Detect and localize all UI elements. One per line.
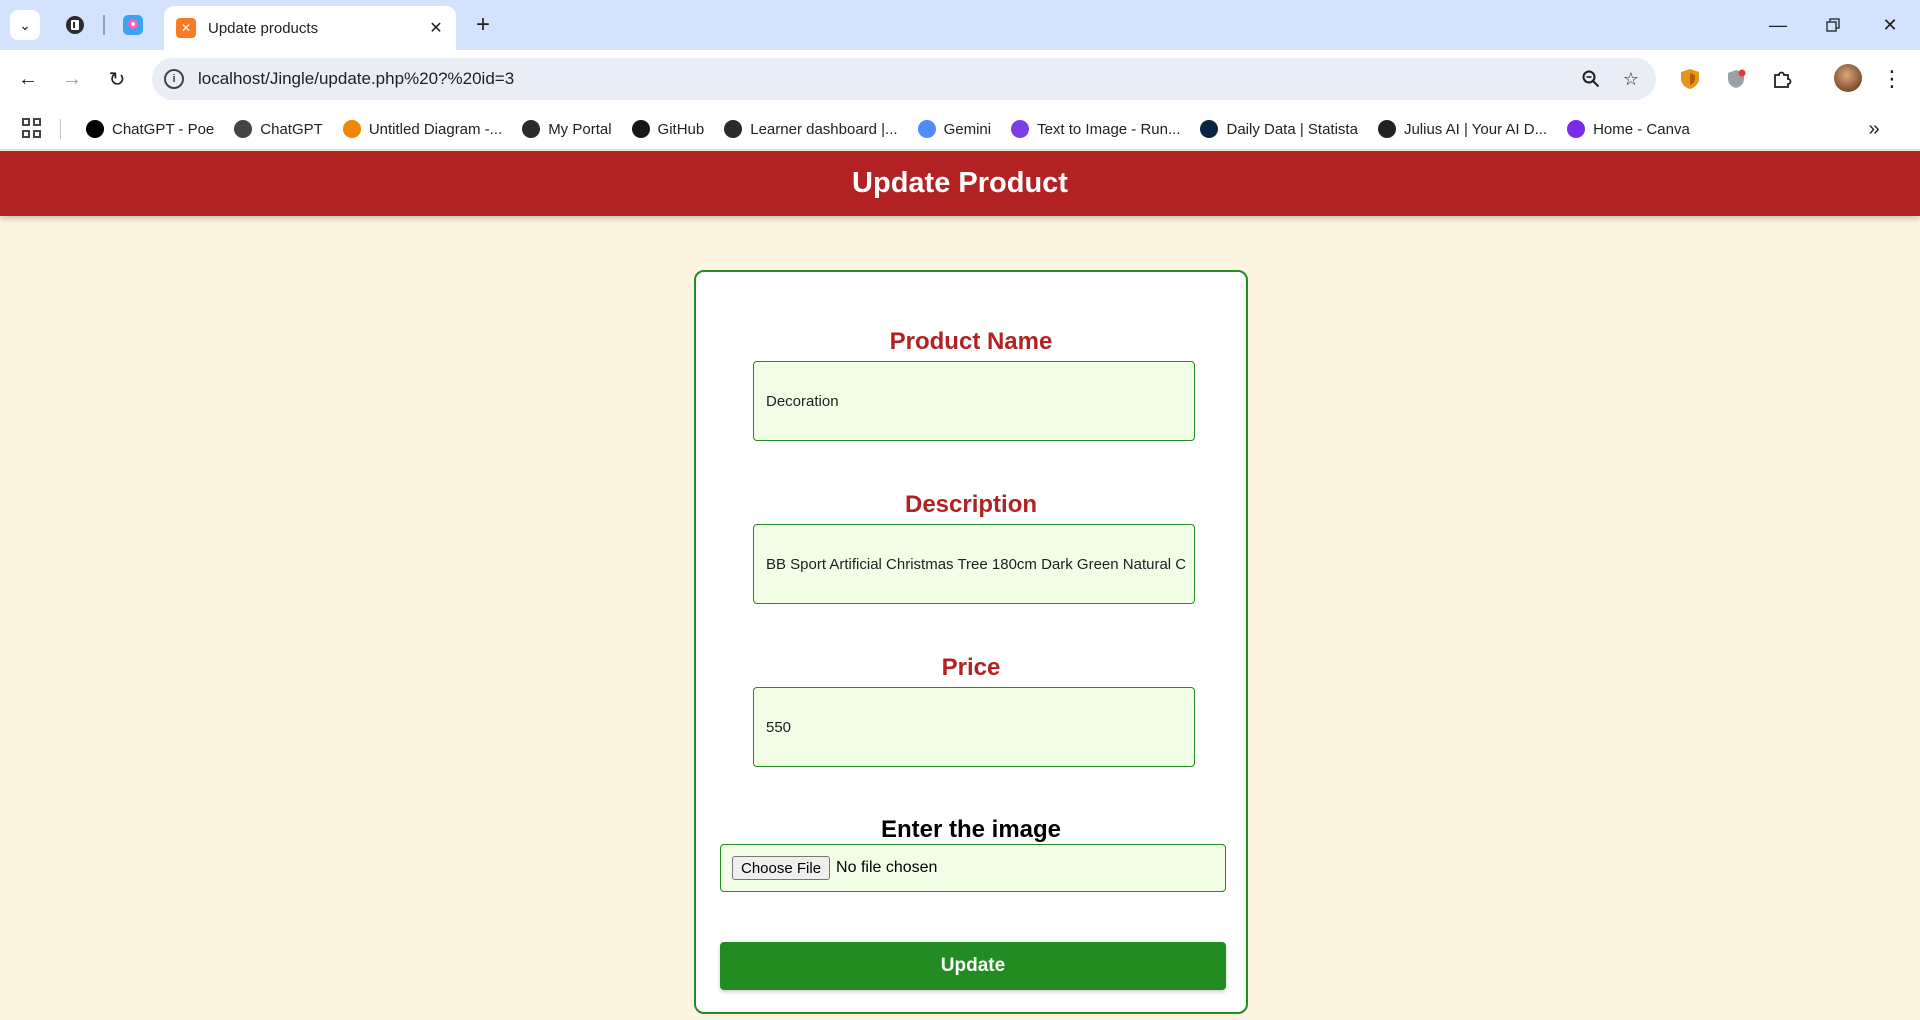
tab-title: Update products	[208, 19, 319, 37]
update-product-form: Product Name Decoration Description BB S…	[694, 270, 1248, 1014]
bookmark-item[interactable]: Learner dashboard |...	[716, 113, 905, 145]
bookmark-label: Learner dashboard |...	[750, 120, 898, 138]
canva-icon	[1567, 120, 1586, 138]
address-bar[interactable]: i localhost/Jingle/update.php%20?%20id=3…	[152, 58, 1656, 100]
apps-grid-icon[interactable]	[22, 118, 42, 138]
bookmark-label: Daily Data | Statista	[1226, 120, 1358, 138]
runway-icon	[1011, 120, 1030, 138]
more-bookmarks-chevron-icon[interactable]: »	[1862, 118, 1886, 140]
description-label: Description	[904, 491, 1038, 518]
update-button[interactable]: Update	[720, 942, 1226, 990]
tab-close-icon[interactable]: ✕	[426, 18, 446, 38]
image-label: Enter the image	[880, 816, 1062, 843]
bookmark-item[interactable]: Home - Canva	[1559, 113, 1698, 145]
bookmark-item[interactable]: Untitled Diagram -...	[335, 113, 510, 145]
reload-icon[interactable]: ↻	[101, 63, 133, 95]
price-label: Price	[941, 654, 1001, 681]
bookmark-label: GitHub	[657, 120, 705, 138]
minimize-icon[interactable]: —	[1763, 10, 1793, 40]
bookmark-item[interactable]: Gemini	[910, 113, 1000, 145]
profile-avatar[interactable]	[1834, 64, 1862, 92]
back-arrow-icon[interactable]: ←	[12, 63, 44, 95]
close-window-icon[interactable]: ✕	[1875, 10, 1905, 40]
statista-icon	[1200, 120, 1219, 138]
page-header: Update Product	[0, 151, 1920, 216]
bookmark-star-icon[interactable]: ☆	[1616, 64, 1646, 94]
julius-icon	[1377, 120, 1396, 138]
restore-icon[interactable]	[1818, 10, 1848, 40]
zoom-icon[interactable]	[1576, 64, 1606, 94]
openai-icon	[234, 120, 253, 138]
site-info-icon[interactable]: i	[164, 69, 184, 89]
github-icon	[631, 120, 650, 138]
extensions-puzzle-icon[interactable]	[1768, 65, 1796, 93]
bookmark-item[interactable]: Daily Data | Statista	[1192, 113, 1365, 145]
bookmark-item[interactable]: My Portal	[514, 113, 619, 145]
choose-file-button[interactable]: Choose File	[732, 856, 831, 880]
bookmark-label: Gemini	[943, 120, 992, 138]
bookmark-item[interactable]: Text to Image - Run...	[1003, 113, 1188, 145]
product-name-label: Product Name	[889, 328, 1053, 355]
bookmark-label: Home - Canva	[1593, 120, 1690, 138]
bookmark-item[interactable]: ChatGPT - Poe	[78, 113, 222, 145]
page-title: Update Product	[852, 167, 1068, 199]
description-input[interactable]: BB Sport Artificial Christmas Tree 180cm…	[753, 524, 1195, 604]
tab-search-chevron-icon[interactable]: ⌄	[10, 10, 40, 40]
pinned-tab-notion-icon[interactable]	[62, 12, 88, 38]
tab-strip: ⌄ ✕ Update products ✕ + — ✕	[0, 0, 1920, 50]
poe-icon	[86, 120, 104, 138]
alx-icon	[522, 120, 541, 138]
bookmark-label: Untitled Diagram -...	[368, 120, 503, 138]
bookmark-item[interactable]: Julius AI | Your AI D...	[1370, 113, 1555, 145]
browser-toolbar: ← → ↻ i localhost/Jingle/update.php%20?%…	[0, 50, 1920, 108]
url-text[interactable]: localhost/Jingle/update.php%20?%20id=3	[198, 69, 1576, 89]
extension-shield-icon[interactable]	[1676, 65, 1704, 93]
bookmarks-list: ChatGPT - Poe ChatGPT Untitled Diagram -..…	[78, 108, 1702, 150]
gemini-icon	[917, 120, 936, 138]
price-input[interactable]: 550	[753, 687, 1195, 767]
pinned-tab-app-icon[interactable]	[120, 12, 146, 38]
bookmarks-bar: ChatGPT - Poe ChatGPT Untitled Diagram -..…	[0, 108, 1920, 150]
tab-update-products[interactable]: ✕ Update products ✕	[164, 6, 456, 50]
forward-arrow-icon[interactable]: →	[56, 63, 88, 95]
bookmark-label: Text to Image - Run...	[1037, 120, 1181, 138]
bookmark-label: Julius AI | Your AI D...	[1403, 120, 1548, 138]
bookmark-label: ChatGPT	[260, 120, 323, 138]
product-name-input[interactable]: Decoration	[753, 361, 1195, 441]
bookmark-item[interactable]: ChatGPT	[226, 113, 331, 145]
bookmark-label: ChatGPT - Poe	[112, 120, 215, 138]
drawio-icon	[342, 120, 361, 138]
xampp-favicon-icon: ✕	[176, 18, 196, 38]
bookmark-label: My Portal	[548, 120, 612, 138]
new-tab-plus-icon[interactable]: +	[470, 11, 496, 38]
bookmarks-separator	[60, 119, 61, 139]
image-file-input[interactable]: Choose File No file chosen	[720, 844, 1226, 892]
bookmark-item[interactable]: GitHub	[624, 113, 713, 145]
extension-privacy-icon[interactable]	[1722, 65, 1750, 93]
browser-menu-icon[interactable]: ⋮	[1881, 63, 1903, 95]
alx-icon	[724, 120, 743, 138]
file-status-text: No file chosen	[836, 859, 938, 876]
tab-separator	[103, 15, 105, 35]
